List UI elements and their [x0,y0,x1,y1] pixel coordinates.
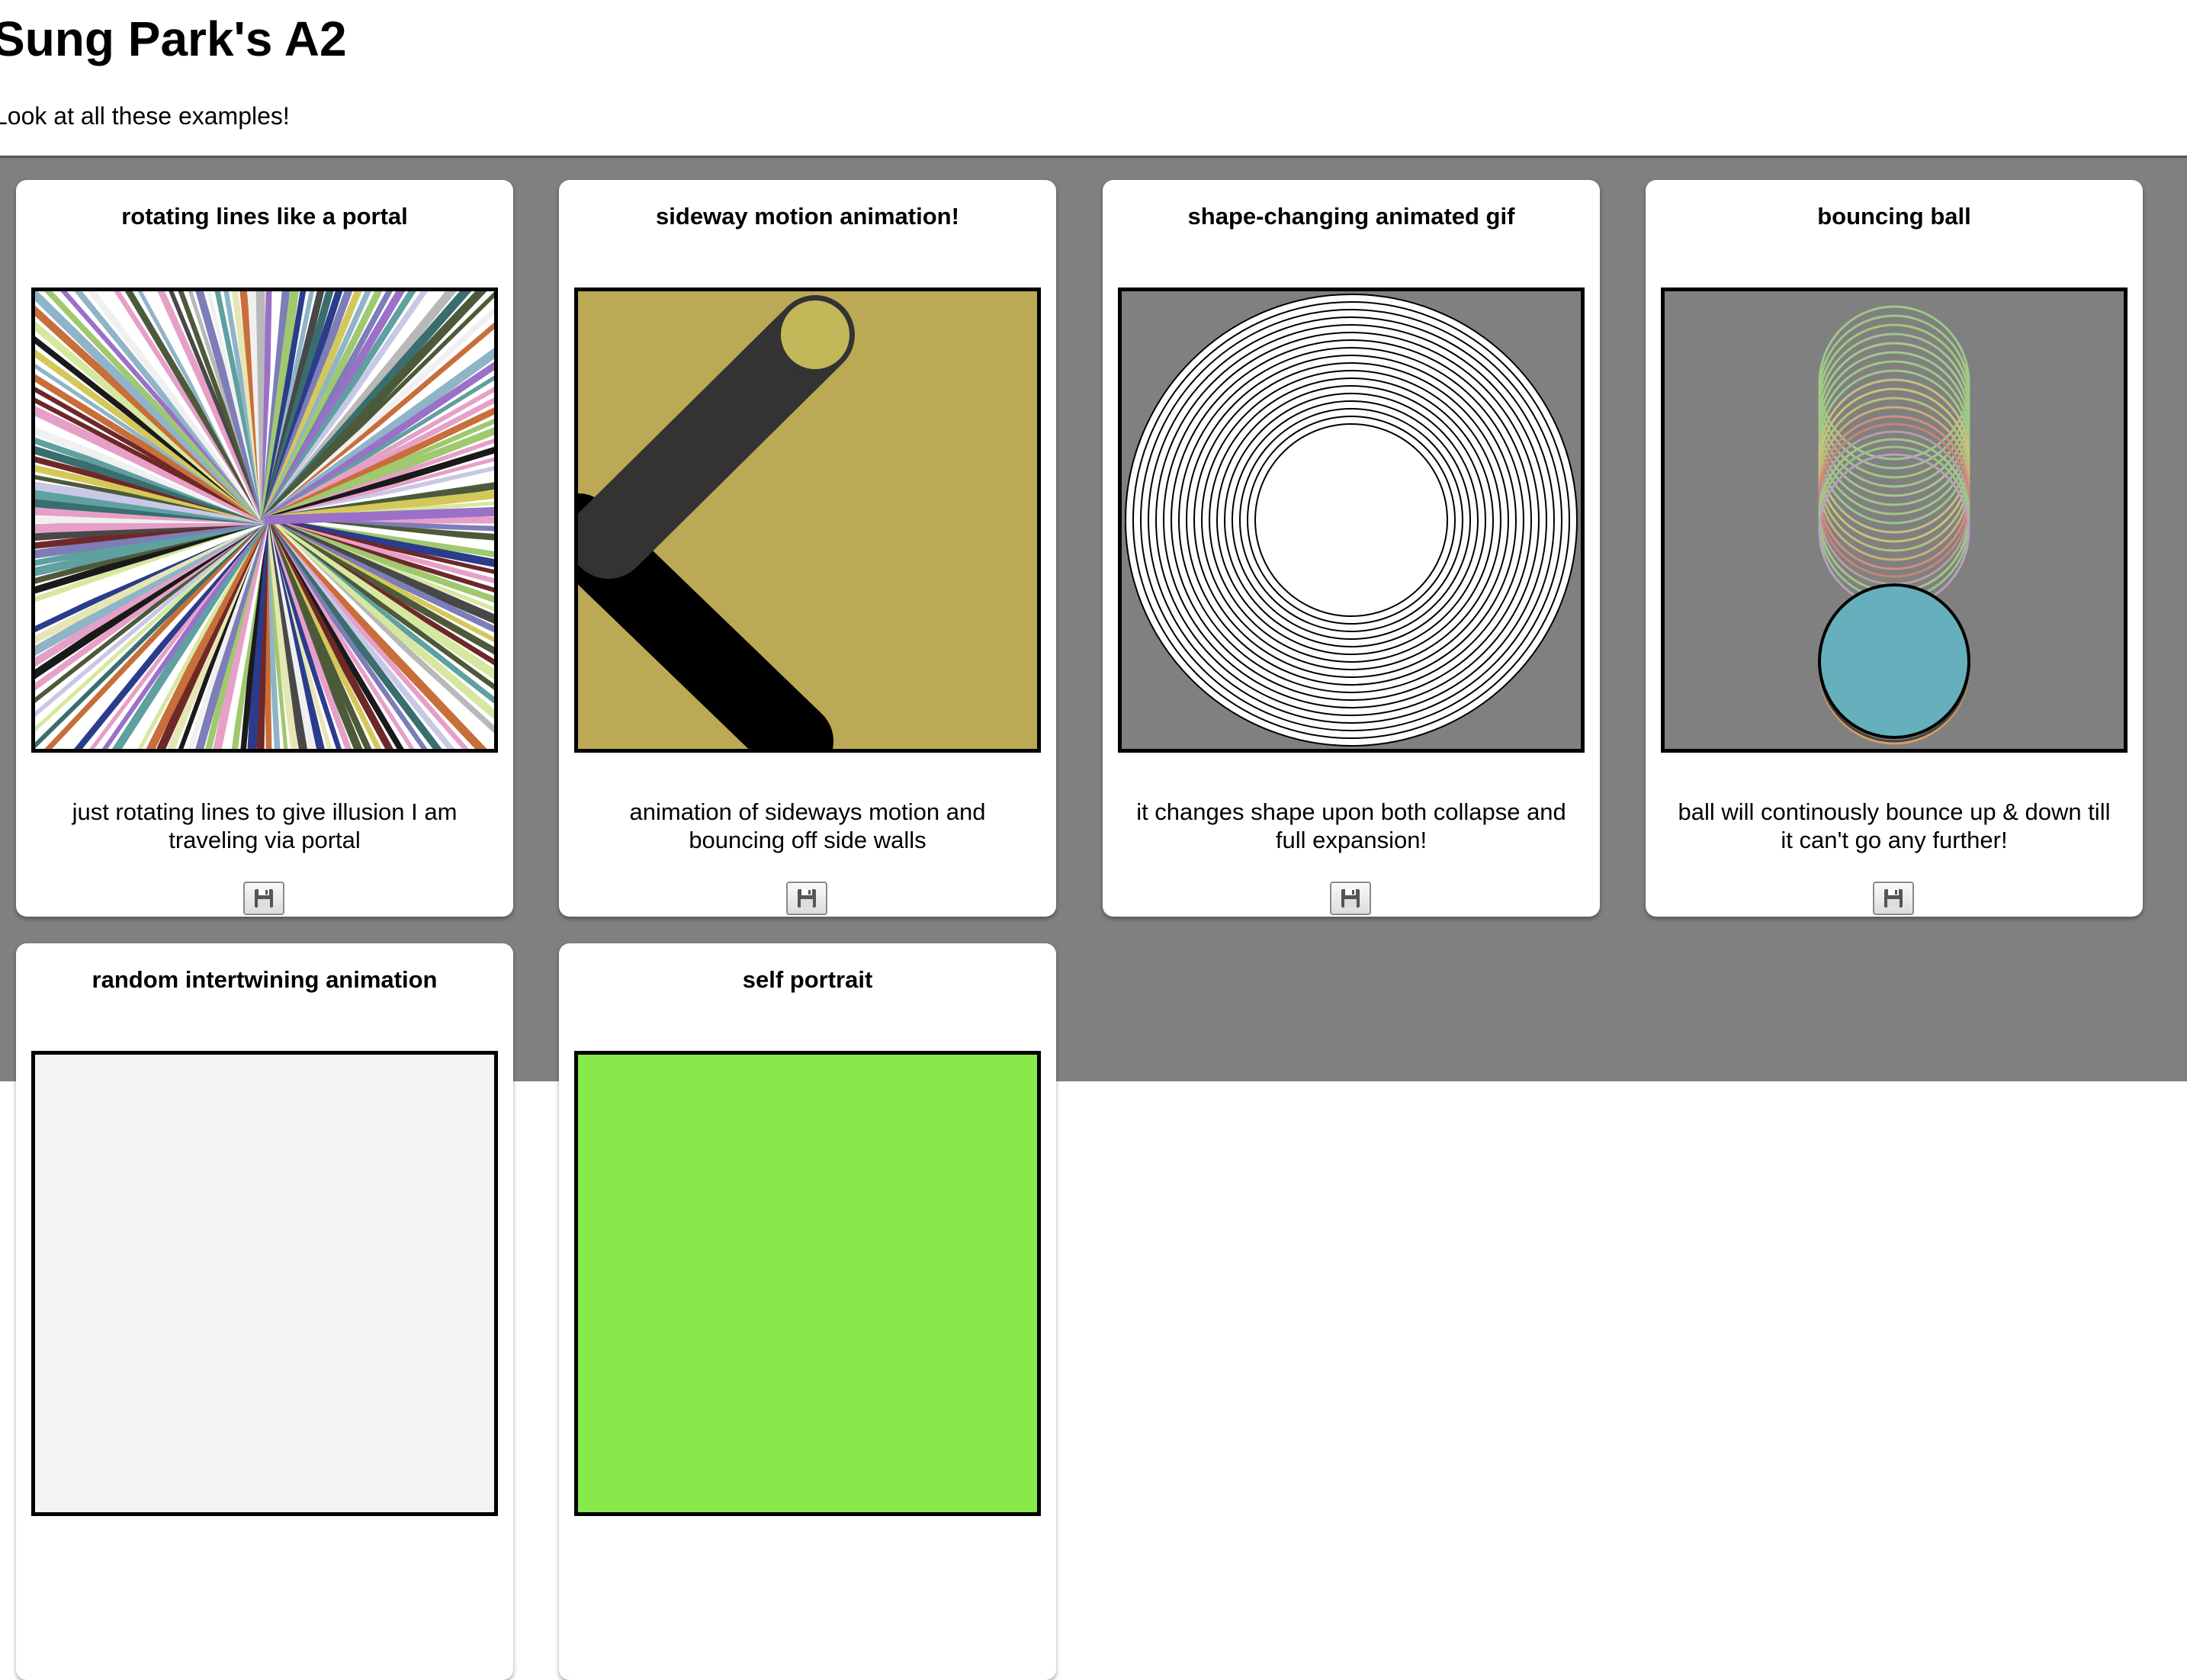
card-description-line: animation of sideways motion and [629,798,986,825]
intertwining-canvas [31,1051,498,1516]
card-description-line: traveling via portal [169,827,361,853]
floppy-disk-icon [1884,889,1903,907]
card-description: animation of sideways motion and bouncin… [559,798,1056,854]
save-button[interactable] [786,882,827,915]
card-title: self portrait [742,966,873,993]
self-portrait-canvas [574,1051,1041,1516]
card-description-line: full expansion! [1275,827,1427,853]
page-subtitle: Look at all these examples! [0,102,290,130]
gallery-card: shape-changing animated gif it changes s… [1103,180,1600,917]
floppy-disk-icon [1341,889,1360,907]
card-title: rotating lines like a portal [121,203,408,230]
card-description-line: just rotating lines to give illusion I a… [72,798,458,825]
save-button[interactable] [1330,882,1371,915]
card-title: random intertwining animation [92,966,438,993]
gallery: rotating lines like a portal just rotati… [0,158,2187,1680]
card-title: bouncing ball [1817,203,1971,230]
card-description: just rotating lines to give illusion I a… [16,798,513,854]
card-description-line: ball will continously bounce up & down t… [1678,798,2111,825]
portal-canvas [31,287,498,753]
shape-changing-animation [1122,291,1581,749]
floppy-disk-icon [798,889,816,907]
gallery-card: self portrait [559,943,1056,1680]
card-description: ball will continously bounce up & down t… [1646,798,2143,854]
sideway-canvas [574,287,1041,753]
page-title: Sung Park's A2 [0,11,347,66]
sideway-motion-animation [578,291,1037,749]
rotating-lines-animation [35,291,494,749]
card-description-line: it can't go any further! [1781,827,2008,853]
card-description: it changes shape upon both collapse and … [1103,798,1600,854]
gallery-card: random intertwining animation [16,943,513,1680]
gallery-card: sideway motion animation! animation of s… [559,180,1056,917]
floppy-disk-icon [255,889,273,907]
save-button[interactable] [243,882,284,915]
card-description-line: bouncing off side walls [689,827,927,853]
card-title: shape-changing animated gif [1187,203,1515,230]
card-title: sideway motion animation! [656,203,959,230]
gallery-card: rotating lines like a portal just rotati… [16,180,513,917]
bouncing-ball-animation [1665,291,2124,749]
save-button[interactable] [1873,882,1914,915]
gallery-card: bouncing ball ball will continously boun… [1646,180,2143,917]
card-description-line: it changes shape upon both collapse and [1136,798,1566,825]
bouncing-canvas [1661,287,2128,753]
concentric-canvas [1118,287,1585,753]
page-header: Sung Park's A2 Look at all these example… [0,0,2187,158]
